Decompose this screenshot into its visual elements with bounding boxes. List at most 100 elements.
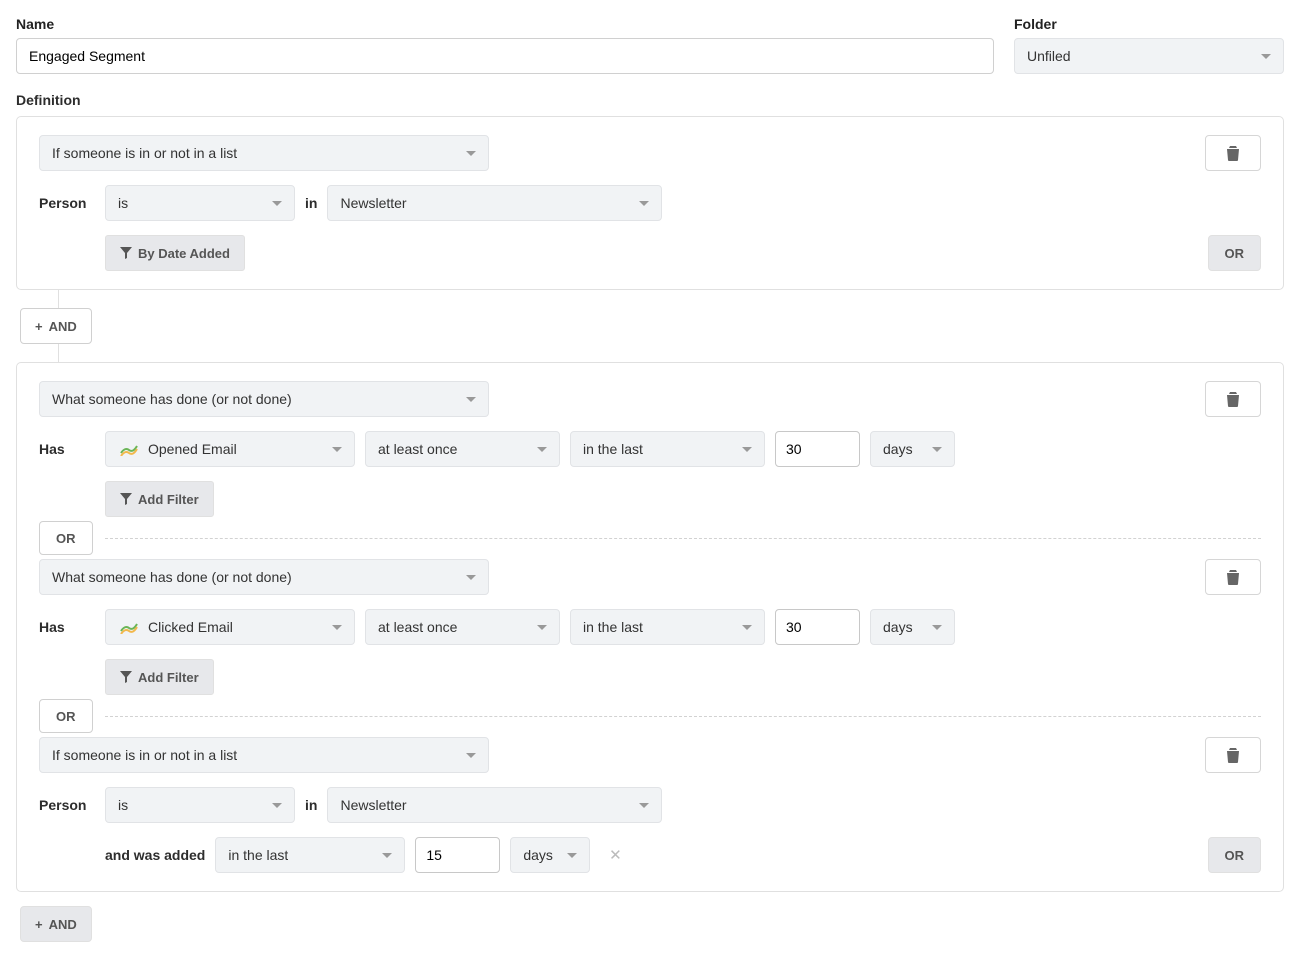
person-op-text: is [118,195,128,211]
freq-text: at least once [378,441,457,457]
chevron-down-icon [567,853,577,858]
condition-type-select[interactable]: If someone is in or not in a list [39,737,489,773]
person-op-select[interactable]: is [105,787,295,823]
chevron-down-icon [382,853,392,858]
added-time-select[interactable]: in the last [215,837,405,873]
and-button-bottom[interactable]: + AND [20,906,92,942]
chevron-down-icon [466,753,476,758]
filter-icon [120,493,132,505]
in-label: in [305,195,317,211]
and-label: AND [49,319,77,334]
person-label: Person [39,195,95,211]
add-filter-button[interactable]: Add Filter [105,481,214,517]
added-unit-select[interactable]: days [510,837,590,873]
add-filter-label: Add Filter [138,670,199,685]
chevron-down-icon [466,397,476,402]
chevron-down-icon [537,625,547,630]
chevron-down-icon [639,803,649,808]
name-input[interactable] [16,38,994,74]
unit-text: days [883,619,913,635]
frequency-select[interactable]: at least once [365,609,560,645]
condition-type-select[interactable]: What someone has done (or not done) [39,381,489,417]
filter-icon [120,247,132,259]
has-label: Has [39,619,95,635]
plus-icon: + [35,917,43,932]
freq-text: at least once [378,619,457,635]
person-op-select[interactable]: is [105,185,295,221]
person-label: Person [39,797,95,813]
chevron-down-icon [272,803,282,808]
time-text: in the last [583,441,643,457]
event-select[interactable]: Clicked Email [105,609,355,645]
chevron-down-icon [466,151,476,156]
days-input[interactable] [775,609,860,645]
unit-text: days [883,441,913,457]
event-icon [118,440,140,458]
filter-icon [120,671,132,683]
chevron-down-icon [932,625,942,630]
and-button[interactable]: + AND [20,308,92,344]
by-date-added-button[interactable]: By Date Added [105,235,245,271]
person-op-text: is [118,797,128,813]
chevron-down-icon [466,575,476,580]
trash-icon [1226,391,1240,407]
condition-group-2: What someone has done (or not done) Has … [16,362,1284,892]
delete-condition-button[interactable] [1205,135,1261,171]
or-button[interactable]: OR [1208,235,1262,271]
name-label: Name [16,16,994,32]
unit-select[interactable]: days [870,431,955,467]
chevron-down-icon [639,201,649,206]
chevron-down-icon [332,625,342,630]
in-label: in [305,797,317,813]
condition-group-1: If someone is in or not in a list Person… [16,116,1284,290]
chevron-down-icon [332,447,342,452]
and-was-added-label: and was added [105,847,205,863]
chevron-down-icon [932,447,942,452]
time-range-select[interactable]: in the last [570,609,765,645]
folder-value: Unfiled [1027,48,1071,64]
condition-type-text: If someone is in or not in a list [52,145,237,161]
delete-condition-button[interactable] [1205,381,1261,417]
chevron-down-icon [742,447,752,452]
chevron-down-icon [272,201,282,206]
has-label: Has [39,441,95,457]
time-text: in the last [583,619,643,635]
definition-label: Definition [16,92,1284,108]
chevron-down-icon [1261,54,1271,59]
folder-select[interactable]: Unfiled [1014,38,1284,74]
event-icon [118,618,140,636]
frequency-select[interactable]: at least once [365,431,560,467]
list-select[interactable]: Newsletter [327,787,662,823]
add-filter-label: Add Filter [138,492,199,507]
list-select[interactable]: Newsletter [327,185,662,221]
event-select[interactable]: Opened Email [105,431,355,467]
or-button[interactable]: OR [1208,837,1262,873]
remove-subfilter-button[interactable]: ✕ [600,840,630,870]
close-icon: ✕ [609,846,622,864]
or-tag[interactable]: OR [39,699,93,733]
condition-type-text: If someone is in or not in a list [52,747,237,763]
unit-select[interactable]: days [870,609,955,645]
event-text: Opened Email [148,441,237,457]
list-text: Newsletter [340,195,406,211]
condition-type-select[interactable]: What someone has done (or not done) [39,559,489,595]
added-unit-text: days [523,847,553,863]
condition-type-text: What someone has done (or not done) [52,391,292,407]
added-days-input[interactable] [415,837,500,873]
plus-icon: + [35,319,43,334]
delete-condition-button[interactable] [1205,559,1261,595]
days-input[interactable] [775,431,860,467]
trash-icon [1226,569,1240,585]
folder-label: Folder [1014,16,1284,32]
time-range-select[interactable]: in the last [570,431,765,467]
add-filter-button[interactable]: Add Filter [105,659,214,695]
chevron-down-icon [537,447,547,452]
by-date-added-label: By Date Added [138,246,230,261]
condition-type-select[interactable]: If someone is in or not in a list [39,135,489,171]
or-tag[interactable]: OR [39,521,93,555]
trash-icon [1226,747,1240,763]
chevron-down-icon [742,625,752,630]
delete-condition-button[interactable] [1205,737,1261,773]
added-time-text: in the last [228,847,288,863]
trash-icon [1226,145,1240,161]
